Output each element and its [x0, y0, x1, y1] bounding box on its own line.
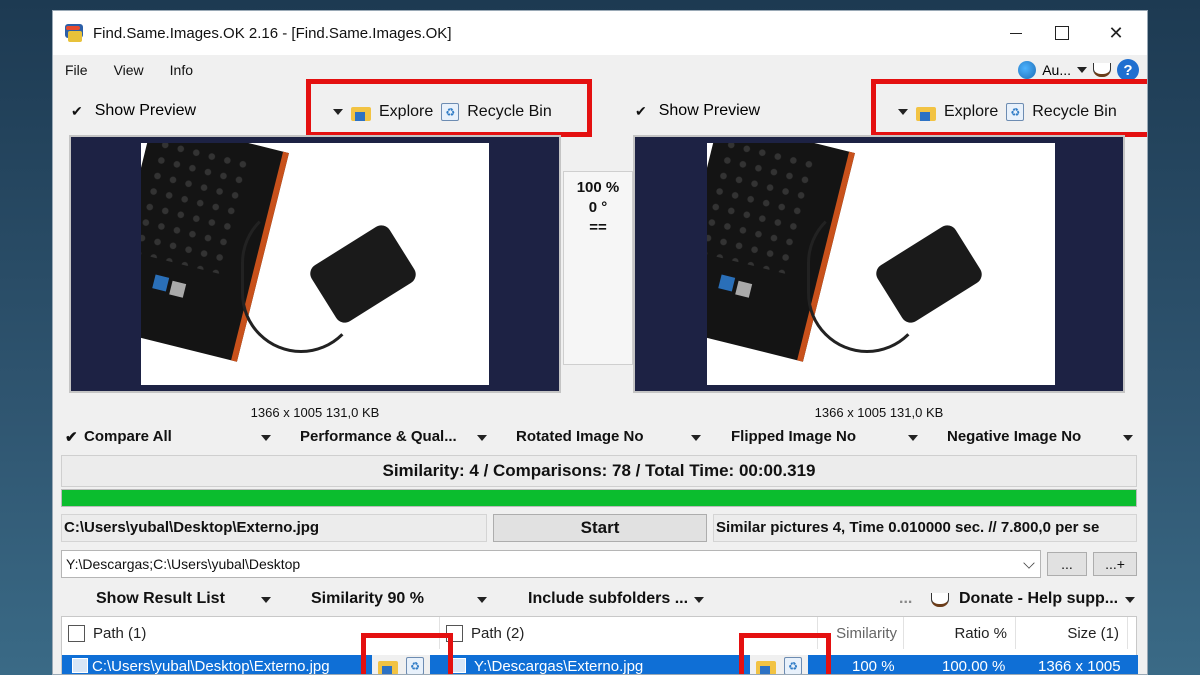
app-window: Find.Same.Images.OK 2.16 - [Find.Same.Im…: [52, 10, 1148, 675]
checkmark-icon: ✔: [635, 102, 647, 119]
row-similarity: 100 %: [852, 658, 895, 675]
column-header-similarity[interactable]: Similarity: [822, 617, 904, 649]
results-table: Path (1) Path (2) Similarity Ratio % Siz…: [61, 616, 1138, 675]
chevron-down-icon[interactable]: [898, 109, 908, 115]
performance-quality-dropdown[interactable]: Performance & Qual...: [300, 428, 457, 445]
recycle-bin-button-right[interactable]: Recycle Bin: [1032, 103, 1116, 121]
column-header-ratio[interactable]: Ratio %: [904, 617, 1016, 649]
negative-image-dropdown[interactable]: Negative Image No: [947, 428, 1081, 445]
row-path2: Y:\Descargas\Externo.jpg: [474, 658, 644, 675]
left-file-tools: Explore ♻ Recycle Bin: [317, 97, 581, 127]
include-subfolders-dropdown[interactable]: Include subfolders ...: [528, 590, 688, 608]
right-image-info: 1366 x 1005 131,0 KB: [814, 405, 944, 420]
add-folder-button[interactable]: ...+: [1093, 552, 1137, 576]
chevron-down-icon[interactable]: [691, 435, 701, 441]
show-preview-label: Show Preview: [658, 102, 761, 119]
maximize-button[interactable]: [1039, 11, 1085, 55]
title-bar: Find.Same.Images.OK 2.16 - [Find.Same.Im…: [53, 11, 1147, 55]
chevron-down-icon[interactable]: [1125, 597, 1135, 603]
left-image-preview[interactable]: [69, 135, 561, 393]
highlight-box-row-right: [739, 633, 831, 674]
chevron-down-icon[interactable]: [477, 597, 487, 603]
browse-folder-button[interactable]: ...: [1047, 552, 1087, 576]
recycle-bin-button-left[interactable]: Recycle Bin: [467, 103, 551, 121]
current-file-path: C:\Users\yubal\Desktop\Externo.jpg: [61, 514, 487, 542]
show-preview-label: Show Preview: [94, 102, 197, 119]
preview-photo: [707, 143, 1055, 385]
similarity-threshold-dropdown[interactable]: Similarity 90 %: [311, 590, 424, 608]
menu-info[interactable]: Info: [170, 62, 193, 78]
start-button[interactable]: Start: [493, 514, 707, 542]
preview-photo: [141, 143, 489, 385]
chevron-down-icon[interactable]: [1023, 557, 1035, 569]
chevron-down-icon[interactable]: [1123, 435, 1133, 441]
row-size1: 1366 x 1005: [1038, 658, 1121, 675]
menu-view[interactable]: View: [114, 62, 144, 78]
equality-indicator: ==: [589, 219, 607, 236]
similarity-percent: 100 %: [576, 179, 620, 196]
progress-bar: [61, 489, 1137, 507]
results-summary: Similarity: 4 / Comparisons: 78 / Total …: [61, 455, 1137, 487]
menu-file[interactable]: File: [65, 62, 88, 78]
right-image-preview[interactable]: [633, 135, 1125, 393]
chevron-down-icon[interactable]: [694, 597, 704, 603]
highlight-box-row-left: [361, 633, 453, 674]
show-result-list-option[interactable]: Show Result List: [96, 590, 225, 608]
row-path1: C:\Users\yubal\Desktop\Externo.jpg: [92, 658, 330, 675]
column-header-size[interactable]: Size (1): [1016, 617, 1128, 649]
right-file-tools: Explore ♻ Recycle Bin: [882, 97, 1147, 127]
checkmark-icon: ✔: [65, 429, 78, 446]
flipped-image-dropdown[interactable]: Flipped Image No: [731, 428, 856, 445]
comparison-options: ✔ Compare All Performance & Qual... Rota…: [53, 425, 1147, 449]
row-ratio: 100.00 %: [942, 658, 1006, 675]
result-options: Show Result List Similarity 90 % Include…: [53, 586, 1147, 612]
chevron-down-icon[interactable]: [261, 597, 271, 603]
table-row[interactable]: C:\Users\yubal\Desktop\Externo.jpg Y:\De…: [62, 655, 1138, 675]
chevron-down-icon[interactable]: [261, 435, 271, 441]
left-image-info: 1366 x 1005 131,0 KB: [250, 405, 380, 420]
chevron-down-icon[interactable]: [1077, 67, 1087, 73]
select-all-checkbox-1[interactable]: [68, 624, 85, 642]
window-title: Find.Same.Images.OK 2.16 - [Find.Same.Im…: [93, 24, 452, 42]
menu-right-tools: Au... ?: [1018, 59, 1139, 81]
compare-all-option[interactable]: Compare All: [84, 428, 172, 445]
search-folders-value: Y:\Descargas;C:\Users\yubal\Desktop: [66, 556, 301, 572]
right-preview-toggle[interactable]: ✔ Show Preview: [635, 96, 760, 126]
search-folders-combo[interactable]: Y:\Descargas;C:\Users\yubal\Desktop: [61, 550, 1041, 578]
status-text: Similar pictures 4, Time 0.010000 sec. /…: [713, 514, 1137, 542]
more-options[interactable]: ...: [899, 590, 912, 608]
close-button[interactable]: ✕: [1093, 11, 1139, 55]
donate-button[interactable]: Donate - Help supp...: [959, 590, 1118, 608]
image-icon: [72, 658, 88, 673]
folder-icon: [351, 104, 371, 121]
minimize-button[interactable]: [993, 11, 1039, 55]
coffee-icon[interactable]: [1093, 63, 1111, 77]
app-icon: [63, 22, 85, 44]
progress-fill: [62, 490, 1136, 506]
left-preview-toggle[interactable]: ✔ Show Preview: [71, 96, 196, 126]
comparison-stats: 100 % 0 ° ==: [563, 171, 633, 365]
coffee-icon: [931, 593, 949, 607]
help-icon[interactable]: ?: [1117, 59, 1139, 81]
rotated-image-dropdown[interactable]: Rotated Image No: [516, 428, 644, 445]
explore-button-right[interactable]: Explore: [944, 103, 998, 121]
chevron-down-icon[interactable]: [477, 435, 487, 441]
folder-icon: [916, 104, 936, 121]
recycle-bin-icon: ♻: [441, 103, 460, 121]
chevron-down-icon[interactable]: [333, 109, 343, 115]
globe-icon[interactable]: [1018, 61, 1037, 79]
chevron-down-icon[interactable]: [908, 435, 918, 441]
language-selector[interactable]: Au...: [1042, 62, 1071, 78]
explore-button-left[interactable]: Explore: [379, 103, 433, 121]
recycle-bin-icon: ♻: [1006, 103, 1025, 121]
checkmark-icon: ✔: [71, 102, 83, 119]
rotation-degrees: 0 °: [588, 199, 608, 216]
